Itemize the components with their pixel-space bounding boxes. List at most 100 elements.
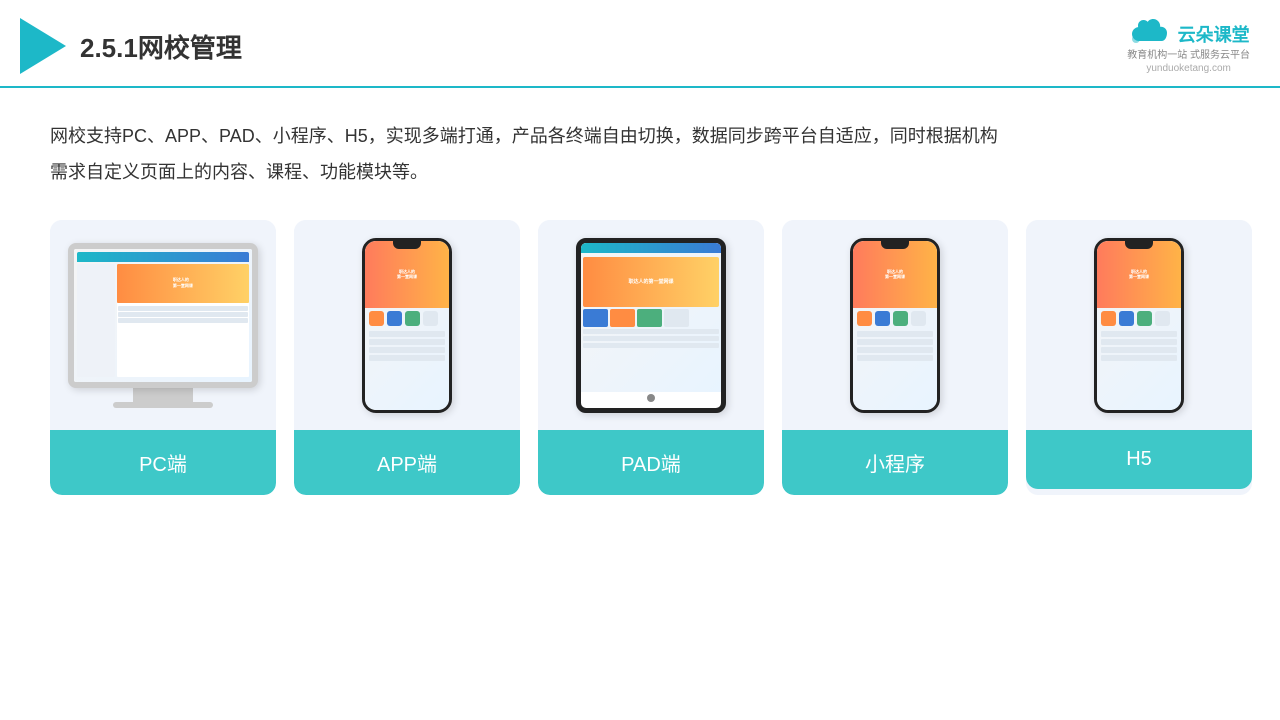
miniapp-course-4	[857, 355, 933, 361]
brand-slogan: 教育机构一站 式服务云平台	[1127, 49, 1250, 63]
pc-rows	[117, 305, 249, 324]
pad-icon-2	[610, 309, 635, 327]
card-pc-label: PC端	[50, 430, 276, 495]
pc-monitor: 职达人的第一堂网课	[68, 243, 258, 388]
miniapp-icon-2	[875, 311, 890, 326]
pad-body: 职达人的第一堂网课	[581, 255, 721, 350]
miniapp-course-1	[857, 331, 933, 337]
card-miniapp-image: 职达人的第一堂网课	[782, 220, 1008, 430]
pc-main: 职达人的第一堂网课	[117, 264, 249, 377]
pc-screen: 职达人的第一堂网课	[74, 249, 252, 382]
app-course-4	[369, 355, 445, 361]
app-banner: 职达人的第一堂网课	[365, 241, 449, 309]
h5-screen-content: 职达人的第一堂网课	[1097, 241, 1181, 410]
main-content: 网校支持PC、APP、PAD、小程序、H5，实现多端打通，产品各终端自由切换，数…	[0, 88, 1280, 515]
app-phone-screen: 职达人的第一堂网课	[365, 241, 449, 410]
miniapp-phone-screen: 职达人的第一堂网课	[853, 241, 937, 410]
h5-course-2	[1101, 339, 1177, 345]
app-course-rows	[365, 329, 449, 363]
app-icon-1	[369, 311, 384, 326]
pad-icon-1	[583, 309, 608, 327]
h5-banner-text: 职达人的第一堂网课	[1129, 269, 1149, 280]
h5-course-3	[1101, 347, 1177, 353]
app-icon-2	[387, 311, 402, 326]
miniapp-icon-1	[857, 311, 872, 326]
app-course-3	[369, 347, 445, 353]
logo-triangle-icon	[20, 18, 66, 74]
miniapp-course-rows	[853, 329, 937, 363]
header-left: 2.5.1网校管理	[20, 18, 242, 74]
card-app: 职达人的第一堂网课	[294, 220, 520, 495]
card-miniapp-label: 小程序	[782, 430, 1008, 495]
header: 2.5.1网校管理 云朵课堂 教育机构一站 式服务云平台 yunduoketan…	[0, 0, 1280, 88]
app-icon-4	[423, 311, 438, 326]
h5-phone: 职达人的第一堂网课	[1094, 238, 1184, 413]
pad-rows	[583, 329, 719, 348]
pad-screen: 职达人的第一堂网课	[581, 243, 721, 392]
pc-banner: 职达人的第一堂网课	[117, 264, 249, 304]
pc-row-3	[118, 318, 248, 323]
h5-course-rows	[1097, 329, 1181, 363]
pc-nav-bar	[77, 252, 249, 262]
pc-banner-text: 职达人的第一堂网课	[173, 277, 193, 289]
pad-icons	[583, 309, 719, 327]
miniapp-icons	[853, 308, 937, 329]
card-h5-label: H5	[1026, 430, 1252, 489]
card-pad-image: 职达人的第一堂网课	[538, 220, 764, 430]
page-title: 2.5.1网校管理	[80, 28, 242, 65]
card-pc-image: 职达人的第一堂网课	[50, 220, 276, 430]
description-text: 网校支持PC、APP、PAD、小程序、H5，实现多端打通，产品各终端自由切换，数…	[50, 118, 1230, 190]
brand-logo: 云朵课堂 教育机构一站 式服务云平台 yunduoketang.com	[1127, 19, 1250, 74]
miniapp-phone-notch	[881, 241, 909, 249]
card-app-label: APP端	[294, 430, 520, 495]
app-icons	[365, 308, 449, 329]
cloud-icon	[1128, 19, 1172, 49]
cards-container: 职达人的第一堂网课	[50, 220, 1230, 495]
app-banner-text: 职达人的第一堂网课	[397, 269, 417, 280]
miniapp-icon-4	[911, 311, 926, 326]
pc-body: 职达人的第一堂网课	[77, 264, 249, 377]
card-app-image: 职达人的第一堂网课	[294, 220, 520, 430]
pc-row-1	[118, 306, 248, 311]
app-course-2	[369, 339, 445, 345]
miniapp-course-3	[857, 347, 933, 353]
h5-icon-1	[1101, 311, 1116, 326]
card-pc: 职达人的第一堂网课	[50, 220, 276, 495]
pad-row-1	[583, 329, 719, 334]
h5-banner: 职达人的第一堂网课	[1097, 241, 1181, 309]
pad-home-btn	[647, 394, 655, 402]
miniapp-banner: 职达人的第一堂网课	[853, 241, 937, 309]
miniapp-phone: 职达人的第一堂网课	[850, 238, 940, 413]
card-h5-image: 职达人的第一堂网课	[1026, 220, 1252, 430]
pc-base	[113, 402, 213, 408]
card-pad: 职达人的第一堂网课	[538, 220, 764, 495]
h5-phone-screen: 职达人的第一堂网课	[1097, 241, 1181, 410]
pad-nav-bar	[581, 243, 721, 253]
h5-course-4	[1101, 355, 1177, 361]
app-phone-notch	[393, 241, 421, 249]
pc-row-2	[118, 312, 248, 317]
pad-screen-content: 职达人的第一堂网课	[581, 243, 721, 392]
pc-stand	[133, 388, 193, 402]
app-screen-content: 职达人的第一堂网课	[365, 241, 449, 410]
pad-banner: 职达人的第一堂网课	[583, 257, 719, 307]
pad-row-3	[583, 343, 719, 348]
brand-url: yunduoketang.com	[1146, 63, 1231, 74]
app-course-1	[369, 331, 445, 337]
miniapp-banner-text: 职达人的第一堂网课	[885, 269, 905, 280]
brand-name: 云朵课堂	[1178, 21, 1250, 47]
h5-icons	[1097, 308, 1181, 329]
card-pad-label: PAD端	[538, 430, 764, 495]
card-miniapp: 职达人的第一堂网课	[782, 220, 1008, 495]
pad-tablet: 职达人的第一堂网课	[576, 238, 726, 413]
card-h5: 职达人的第一堂网课	[1026, 220, 1252, 495]
miniapp-icon-3	[893, 311, 908, 326]
pad-row-2	[583, 336, 719, 341]
pc-monitor-wrapper: 职达人的第一堂网课	[68, 243, 258, 408]
pad-icon-4	[664, 309, 689, 327]
pad-banner-text: 职达人的第一堂网课	[628, 278, 673, 285]
app-icon-3	[405, 311, 420, 326]
app-phone: 职达人的第一堂网课	[362, 238, 452, 413]
pad-icon-3	[637, 309, 662, 327]
miniapp-screen-content: 职达人的第一堂网课	[853, 241, 937, 410]
